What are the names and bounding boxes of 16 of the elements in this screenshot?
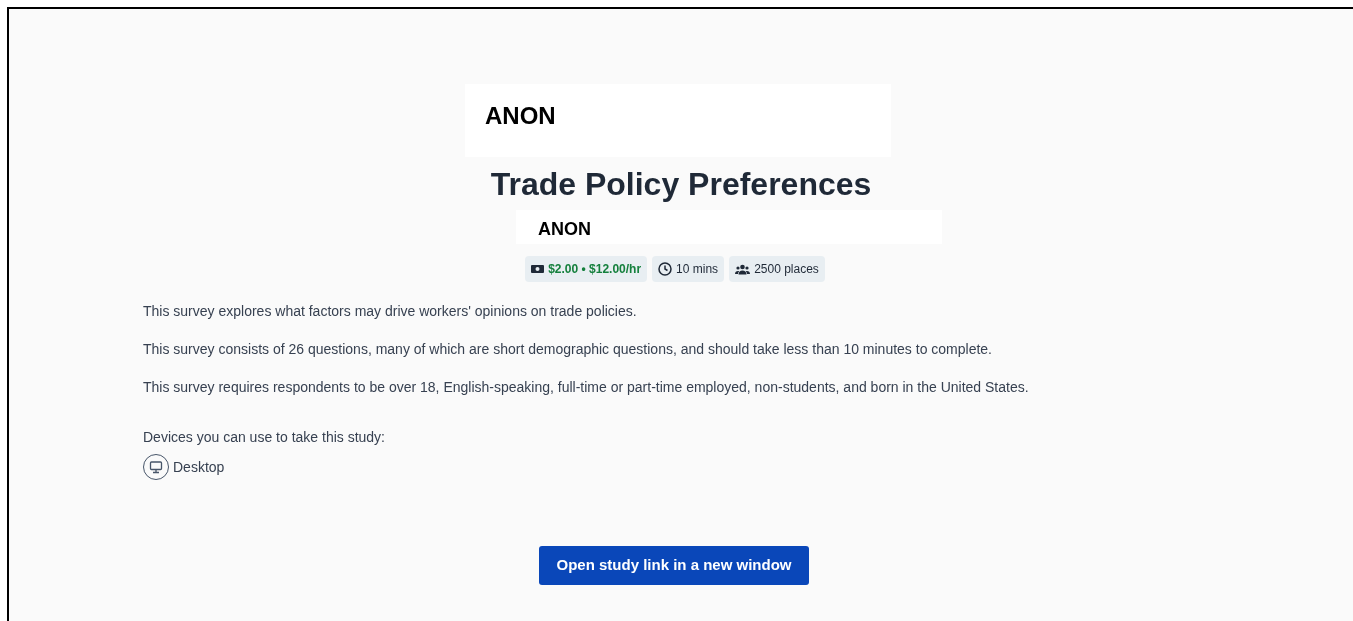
open-study-button[interactable]: Open study link in a new window — [539, 546, 809, 585]
description-paragraph: This survey explores what factors may drive workers' opinions on trade policies. — [143, 302, 638, 320]
badge-text: 2500 places — [754, 261, 819, 278]
device-label: Desktop — [173, 457, 225, 477]
clock-icon — [658, 262, 673, 276]
header-label: ANON — [485, 102, 556, 129]
people-icon — [735, 263, 751, 275]
devices-label: Devices you can use to take this study: — [143, 428, 386, 446]
study-title: Trade Policy Preferences — [490, 165, 872, 204]
description-paragraph: This survey requires respondents to be over 18, English-speaking, full-time or part-time employed, non-students, and born in the United States. — [143, 378, 1030, 396]
badge-text: 10 mins — [676, 261, 719, 278]
banknote-icon — [531, 264, 545, 274]
description-paragraph: This survey consists of 26 questions, many of which are short demographic questions, and should take less than 10 minutes to complete. — [143, 340, 993, 358]
subtitle-label: ANON — [538, 219, 591, 239]
badge-text: $2.00 • $12.00/hr — [548, 261, 642, 278]
monitor-icon — [143, 454, 169, 480]
